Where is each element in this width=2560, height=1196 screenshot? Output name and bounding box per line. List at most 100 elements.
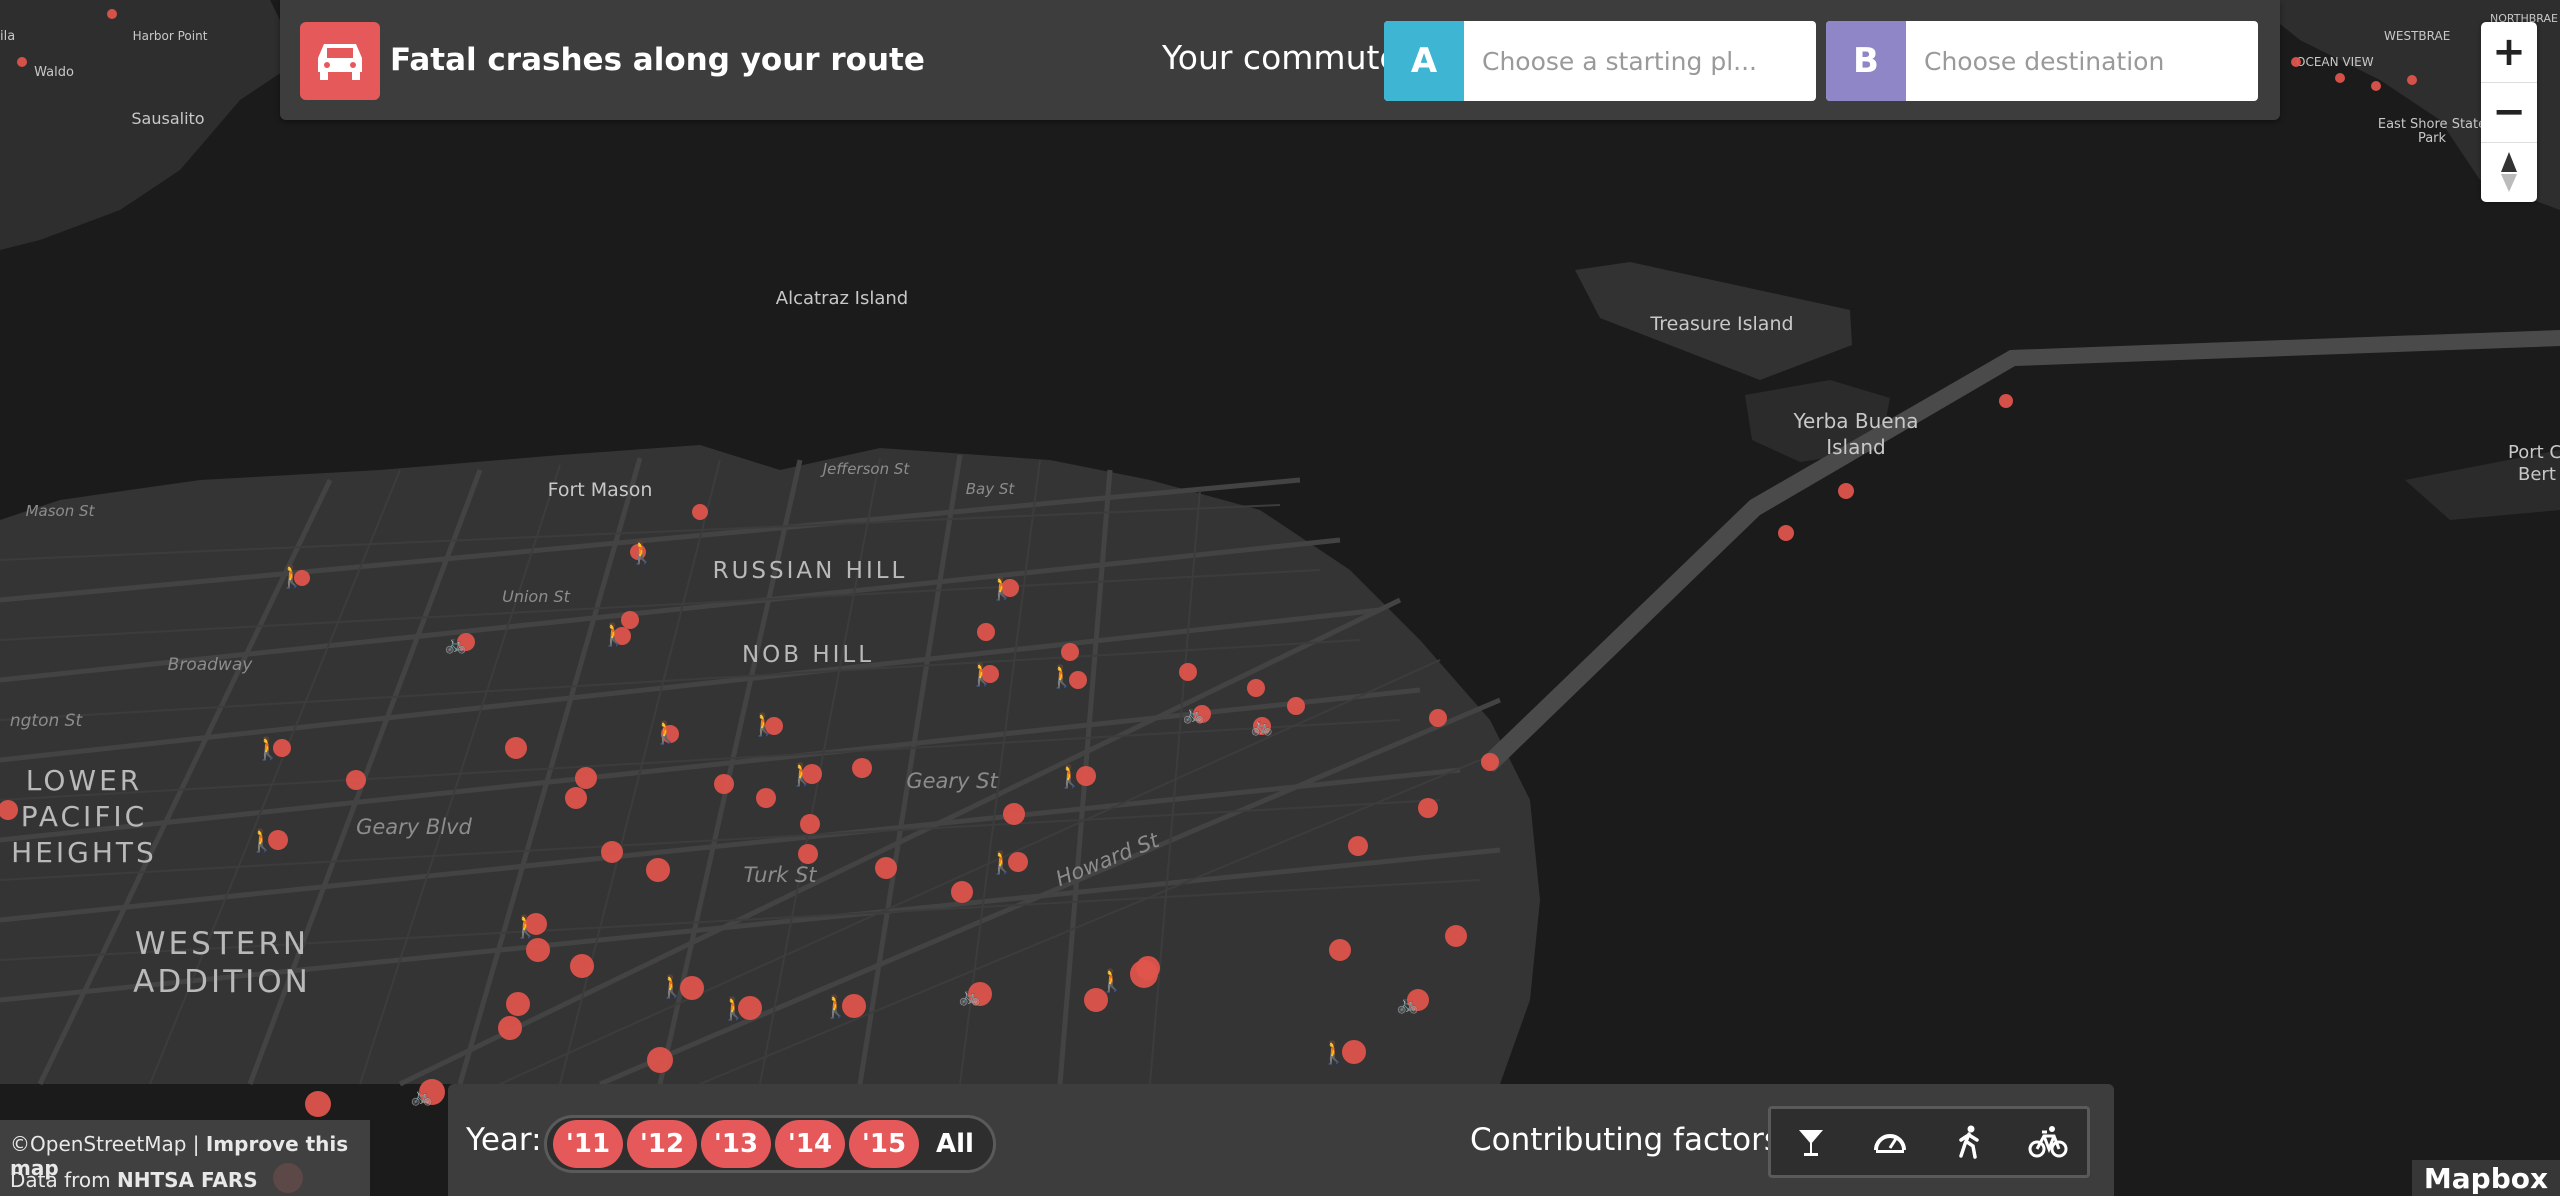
- crash-marker[interactable]: [506, 992, 530, 1016]
- year-2012-button[interactable]: '12: [627, 1120, 697, 1168]
- crash-marker[interactable]: [575, 767, 597, 789]
- year-label: Year:: [466, 1122, 542, 1158]
- speedometer-icon: [1873, 1134, 1906, 1153]
- pedestrian-icon: 🚶: [600, 622, 627, 648]
- label-park: Park: [2418, 131, 2447, 146]
- crash-marker[interactable]: [875, 857, 897, 879]
- osm-attribution-link[interactable]: ©OpenStreetMap: [10, 1132, 186, 1156]
- bicycle-icon: [2028, 1126, 2067, 1158]
- pedestrian-icon: 🚶: [512, 914, 539, 940]
- label-lower: LOWER: [26, 764, 142, 797]
- crash-marker[interactable]: [346, 770, 366, 790]
- pedestrian-icon: 🚶: [248, 828, 275, 854]
- zoom-in-button[interactable]: +: [2481, 22, 2537, 83]
- crash-marker[interactable]: [107, 9, 117, 19]
- crash-marker[interactable]: [1247, 679, 1265, 697]
- pedestrian-icon: 🚶: [720, 996, 747, 1022]
- crash-marker[interactable]: [2335, 73, 2345, 83]
- destination-input[interactable]: [1906, 21, 2246, 101]
- label-geary-blvd: Geary Blvd: [356, 815, 472, 839]
- label-waldo: Waldo: [34, 65, 74, 80]
- year-2011-button[interactable]: '11: [553, 1120, 623, 1168]
- crash-marker[interactable]: [505, 737, 527, 759]
- crash-marker[interactable]: [1179, 663, 1197, 681]
- crash-marker[interactable]: [1136, 956, 1160, 980]
- crash-marker[interactable]: [2371, 81, 2381, 91]
- year-2015-button[interactable]: '15: [849, 1120, 919, 1168]
- crash-marker[interactable]: [17, 57, 27, 67]
- crash-marker[interactable]: [1445, 925, 1467, 947]
- crash-marker[interactable]: [1329, 939, 1351, 961]
- pedestrian-icon: 🚶: [968, 662, 995, 688]
- crash-marker[interactable]: [570, 954, 594, 978]
- crash-marker[interactable]: [646, 858, 670, 882]
- crash-marker[interactable]: [800, 814, 820, 834]
- label-union-st: Union St: [502, 587, 570, 606]
- label-broadway: Broadway: [168, 655, 254, 675]
- pedestrian-icon: 🚶: [658, 974, 685, 1000]
- crash-marker[interactable]: [692, 504, 708, 520]
- crash-marker[interactable]: [1061, 643, 1079, 661]
- label-bay-st: Bay St: [966, 480, 1016, 498]
- label-ocean-view: OCEAN VIEW: [2296, 55, 2374, 69]
- start-location-field[interactable]: A: [1384, 21, 1816, 101]
- label-yerba-buena: Yerba Buena: [1792, 409, 1918, 433]
- compass-button[interactable]: [2481, 142, 2537, 202]
- zoom-out-button[interactable]: −: [2481, 82, 2537, 143]
- label-geary-st: Geary St: [906, 769, 998, 793]
- pedestrian-icon: 🚶: [1056, 764, 1083, 790]
- crash-marker[interactable]: [714, 774, 734, 794]
- data-source-link[interactable]: NHTSA FARS: [117, 1168, 258, 1192]
- label-pacific: PACIFIC: [21, 800, 147, 833]
- label-treasure-island: Treasure Island: [1649, 313, 1793, 335]
- crash-marker[interactable]: [852, 758, 872, 778]
- destination-marker-b: B: [1826, 21, 1906, 101]
- zoom-controls: + −: [2481, 22, 2537, 202]
- crash-marker[interactable]: [1348, 836, 1368, 856]
- crash-marker[interactable]: [647, 1047, 673, 1073]
- map-canvas[interactable]: RUSSIAN HILL NOB HILL LOWER PACIFIC HEIG…: [0, 0, 2560, 1196]
- label-east-shore-park: East Shore State: [2378, 117, 2486, 132]
- drunk-driving-filter[interactable]: [1776, 1112, 1846, 1172]
- mapbox-logo[interactable]: Mapbox: [2412, 1160, 2560, 1196]
- compass-icon: [2501, 152, 2517, 192]
- crash-marker[interactable]: [951, 881, 973, 903]
- bicycle-filter[interactable]: [2013, 1112, 2083, 1172]
- crash-marker[interactable]: [1838, 483, 1854, 499]
- label-heights: HEIGHTS: [11, 836, 157, 869]
- crash-marker[interactable]: [2407, 75, 2417, 85]
- label-russian-hill: RUSSIAN HILL: [713, 558, 908, 584]
- year-2014-button[interactable]: '14: [775, 1120, 845, 1168]
- start-location-input[interactable]: [1464, 21, 1804, 101]
- crash-marker[interactable]: [498, 1016, 522, 1040]
- crash-marker[interactable]: [601, 841, 623, 863]
- year-2013-button[interactable]: '13: [701, 1120, 771, 1168]
- label-island: Island: [1826, 435, 1886, 459]
- crash-marker[interactable]: [1481, 753, 1499, 771]
- crash-marker[interactable]: [798, 844, 818, 864]
- crash-marker[interactable]: [977, 623, 995, 641]
- cocktail-glass-icon: [1798, 1130, 1823, 1156]
- label-ila: ila: [0, 29, 15, 44]
- crash-marker[interactable]: [1418, 798, 1438, 818]
- crash-marker[interactable]: [305, 1091, 331, 1117]
- pedestrian-filter[interactable]: [1934, 1112, 2004, 1172]
- crash-marker[interactable]: [1999, 394, 2013, 408]
- crash-marker[interactable]: [1003, 803, 1025, 825]
- label-washington-st: ngton St: [10, 711, 84, 731]
- pedestrian-icon: 🚶: [628, 540, 655, 566]
- label-sausalito: Sausalito: [131, 109, 204, 128]
- bicycle-icon: 🚲: [445, 634, 467, 655]
- factor-selector: [1768, 1106, 2090, 1178]
- crash-marker[interactable]: [526, 938, 550, 962]
- crash-marker[interactable]: [1287, 697, 1305, 715]
- crash-marker[interactable]: [1778, 525, 1794, 541]
- crash-marker[interactable]: [565, 787, 587, 809]
- car-icon: [300, 22, 380, 100]
- year-all-button[interactable]: All: [923, 1120, 987, 1168]
- crash-marker[interactable]: [756, 788, 776, 808]
- crash-marker[interactable]: [2291, 57, 2301, 67]
- crash-marker[interactable]: [1429, 709, 1447, 727]
- destination-field[interactable]: B: [1826, 21, 2258, 101]
- speeding-filter[interactable]: [1855, 1112, 1925, 1172]
